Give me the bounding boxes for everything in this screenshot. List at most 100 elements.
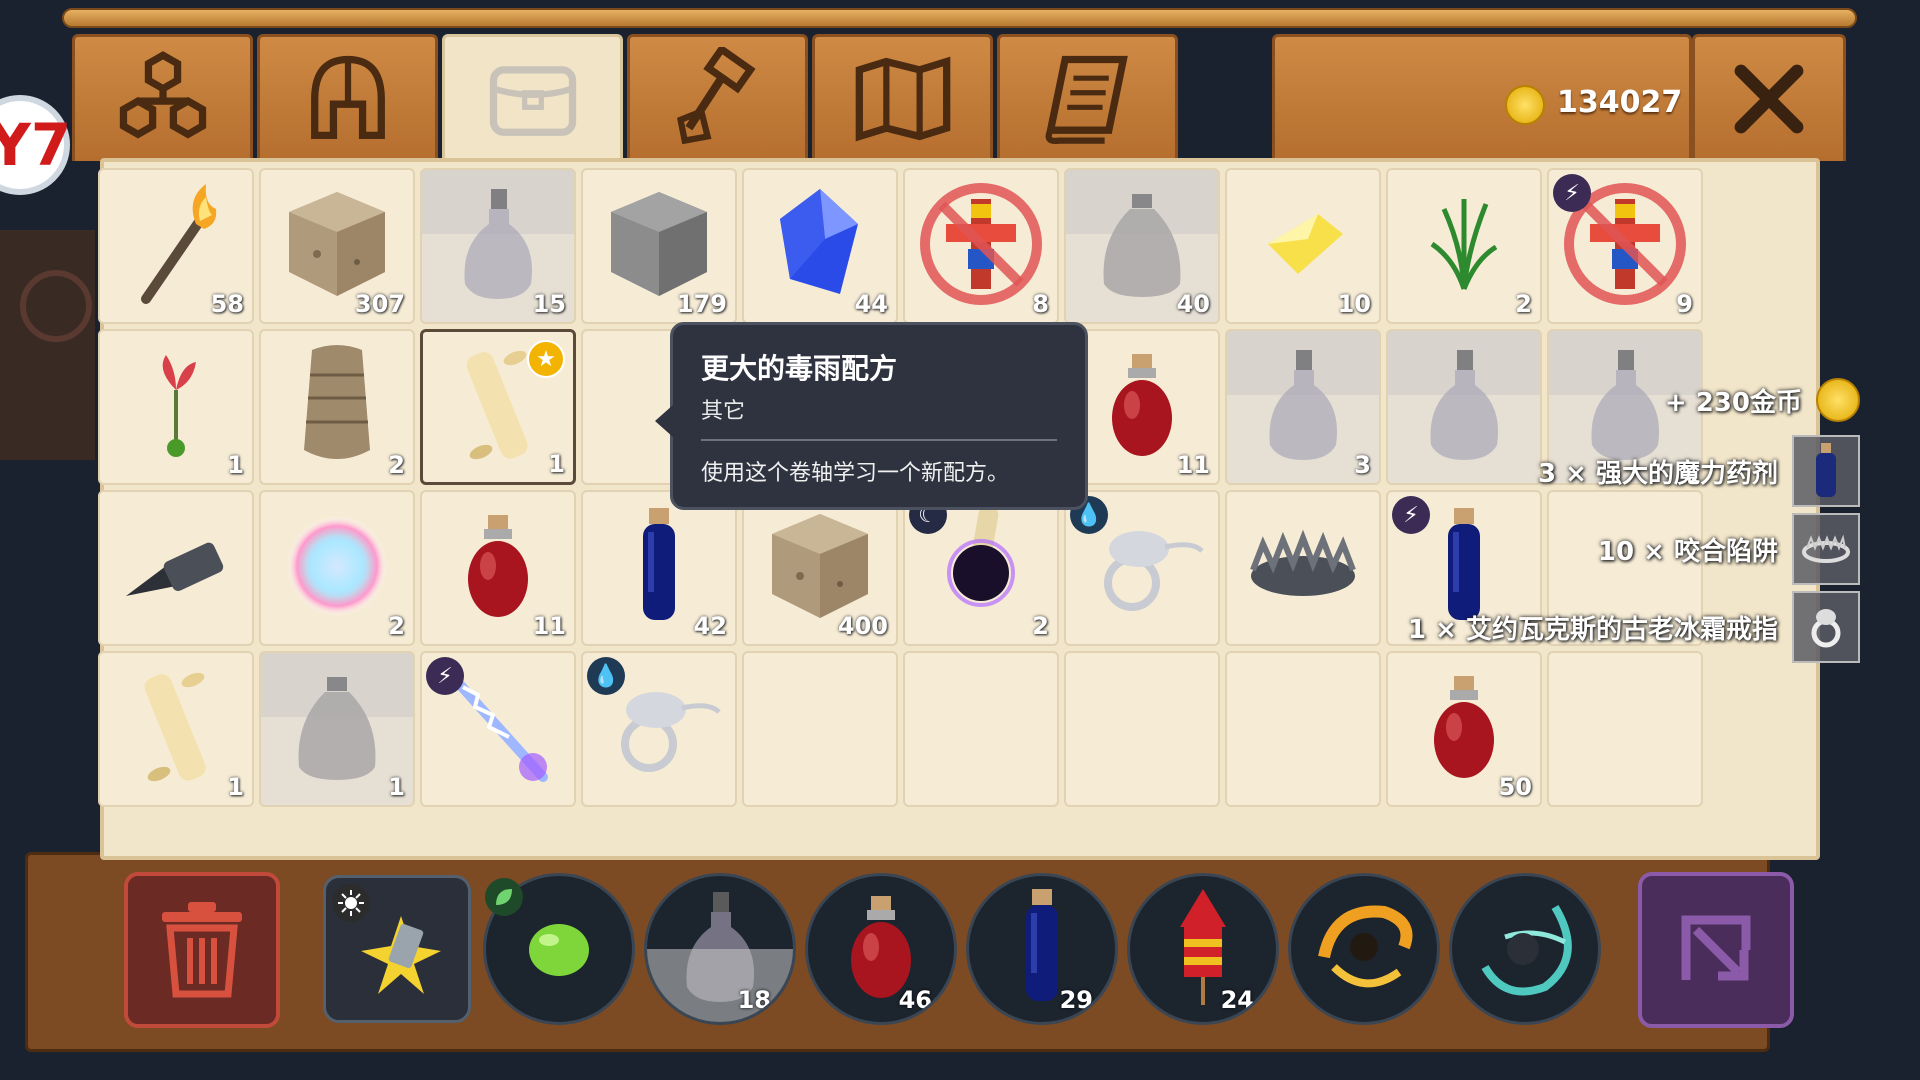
armor-piece-icon	[292, 340, 382, 474]
tab-crafting[interactable]	[627, 34, 808, 161]
tab-equipment[interactable]	[257, 34, 438, 161]
item-count: 2	[388, 451, 405, 479]
inventory-slot[interactable]: 42	[581, 490, 737, 646]
tab-skills[interactable]	[72, 34, 253, 161]
tab-quests[interactable]	[997, 34, 1178, 161]
item-count: 58	[210, 290, 244, 318]
inventory-slot[interactable]: 11	[420, 490, 576, 646]
notification-text: 1 × 艾约瓦克斯的古老冰霜戒指	[1408, 614, 1778, 645]
totem-forbidden-icon	[916, 179, 1046, 313]
gold-amount: 134027	[1557, 85, 1683, 120]
item-count: 42	[693, 612, 727, 640]
inventory-slot[interactable]: 8	[903, 168, 1059, 324]
item-count: 8	[1032, 290, 1049, 318]
close-icon	[1734, 64, 1804, 134]
notification-text: + 230金币	[1664, 387, 1802, 418]
inventory-slot[interactable]: ⚡	[420, 651, 576, 807]
inventory-slot[interactable]: 💧	[581, 651, 737, 807]
map-icon	[855, 56, 950, 142]
inventory-slot[interactable]	[1547, 651, 1703, 807]
inventory-slot[interactable]: 40	[1064, 168, 1220, 324]
inventory-slot[interactable]: 1	[98, 651, 254, 807]
item-count: 307	[354, 290, 405, 318]
item-count: 24	[1220, 986, 1254, 1014]
notification-item: 3 × 强大的魔力药剂	[1538, 435, 1860, 507]
inventory-slot[interactable]: 2	[1386, 168, 1542, 324]
item-tooltip: 更大的毒雨配方 其它 使用这个卷轴学习一个新配方。	[655, 322, 1088, 510]
scroll-icon	[1045, 55, 1128, 145]
inventory-slot[interactable]: ⚡ 9	[1547, 168, 1703, 324]
helmet-icon	[310, 55, 385, 140]
skill-tree-icon	[119, 51, 206, 139]
red-potion-icon	[1424, 672, 1504, 786]
inventory-slot[interactable]: 58	[98, 168, 254, 324]
inventory-slot[interactable]: 15	[420, 168, 576, 324]
inventory-slot[interactable]	[742, 651, 898, 807]
notification-gold: + 230金币	[1665, 378, 1860, 422]
item-count: 11	[532, 612, 566, 640]
inventory-slot[interactable]	[903, 651, 1059, 807]
inventory-slot[interactable]: 1	[259, 651, 415, 807]
trash-button[interactable]	[124, 872, 280, 1028]
inventory-slot[interactable]	[1386, 329, 1542, 485]
red-potion-icon	[1102, 350, 1182, 464]
flower-icon	[141, 350, 211, 464]
fire-swirl-icon	[1304, 887, 1424, 1011]
herb-icon	[1424, 189, 1504, 303]
inventory-slot[interactable]: 💧	[1064, 490, 1220, 646]
hotbar-slot-3[interactable]: 18	[644, 873, 796, 1025]
inventory-slot[interactable]: 50	[1386, 651, 1542, 807]
inventory-slot[interactable]: 307	[259, 168, 415, 324]
inventory-slot[interactable]: 179	[581, 168, 737, 324]
notification-item: 1 × 艾约瓦克斯的古老冰霜戒指	[1408, 591, 1860, 663]
inventory-slot[interactable]: 44	[742, 168, 898, 324]
window-top-trim	[62, 8, 1857, 28]
inventory-slot[interactable]: 10	[1225, 168, 1381, 324]
hotbar-slot-1[interactable]	[323, 875, 471, 1023]
item-count: 2	[1032, 612, 1049, 640]
inventory-slot[interactable]	[1225, 490, 1381, 646]
hotbar-slot-7[interactable]	[1288, 873, 1440, 1025]
item-count: 46	[898, 986, 932, 1014]
tab-map[interactable]	[812, 34, 993, 161]
item-count: 2	[388, 612, 405, 640]
item-count: 10	[1337, 290, 1371, 318]
hammer-icon	[676, 47, 756, 145]
hotbar-slot-5[interactable]: 29	[966, 873, 1118, 1025]
item-count: 11	[1176, 451, 1210, 479]
inventory-slot[interactable]	[1225, 651, 1381, 807]
close-button[interactable]	[1692, 34, 1846, 161]
lightning-badge-icon: ⚡	[1553, 174, 1591, 212]
item-count: 9	[1676, 290, 1693, 318]
yellow-crystal-icon	[1258, 204, 1348, 288]
hotbar-slot-4[interactable]: 46	[805, 873, 957, 1025]
rainbow-orb-icon	[282, 511, 392, 625]
inventory-slot[interactable]: 400	[742, 490, 898, 646]
item-count: 2	[1515, 290, 1532, 318]
inventory-slot[interactable]: 2	[259, 490, 415, 646]
lantern-burst-icon	[361, 916, 441, 994]
move-out-button[interactable]	[1638, 872, 1794, 1028]
item-count: 18	[737, 986, 771, 1014]
item-count: 3	[1354, 451, 1371, 479]
inventory-slot[interactable]: 3	[1225, 329, 1381, 485]
tab-bar	[72, 34, 1182, 164]
bear-trap-icon	[1243, 526, 1363, 610]
tab-inventory[interactable]	[442, 34, 623, 161]
inventory-slot[interactable]: ★ 1	[420, 329, 576, 485]
inventory-slot[interactable]	[98, 490, 254, 646]
lightning-badge-icon: ⚡	[1392, 496, 1430, 534]
drill-icon	[121, 526, 231, 610]
item-count: 179	[676, 290, 727, 318]
scroll-icon	[131, 662, 221, 796]
gold-coin-icon	[1816, 378, 1860, 422]
inventory-slot[interactable]	[1064, 651, 1220, 807]
item-count: 1	[227, 773, 244, 801]
item-count: 40	[1176, 290, 1210, 318]
inventory-slot[interactable]: 2	[259, 329, 415, 485]
tooltip-divider	[701, 439, 1057, 441]
hotbar-slot-8[interactable]	[1449, 873, 1601, 1025]
hotbar-slot-6[interactable]: 24	[1127, 873, 1279, 1025]
inventory-slot[interactable]: 1	[98, 329, 254, 485]
inventory-slot[interactable]: ☾ 2	[903, 490, 1059, 646]
